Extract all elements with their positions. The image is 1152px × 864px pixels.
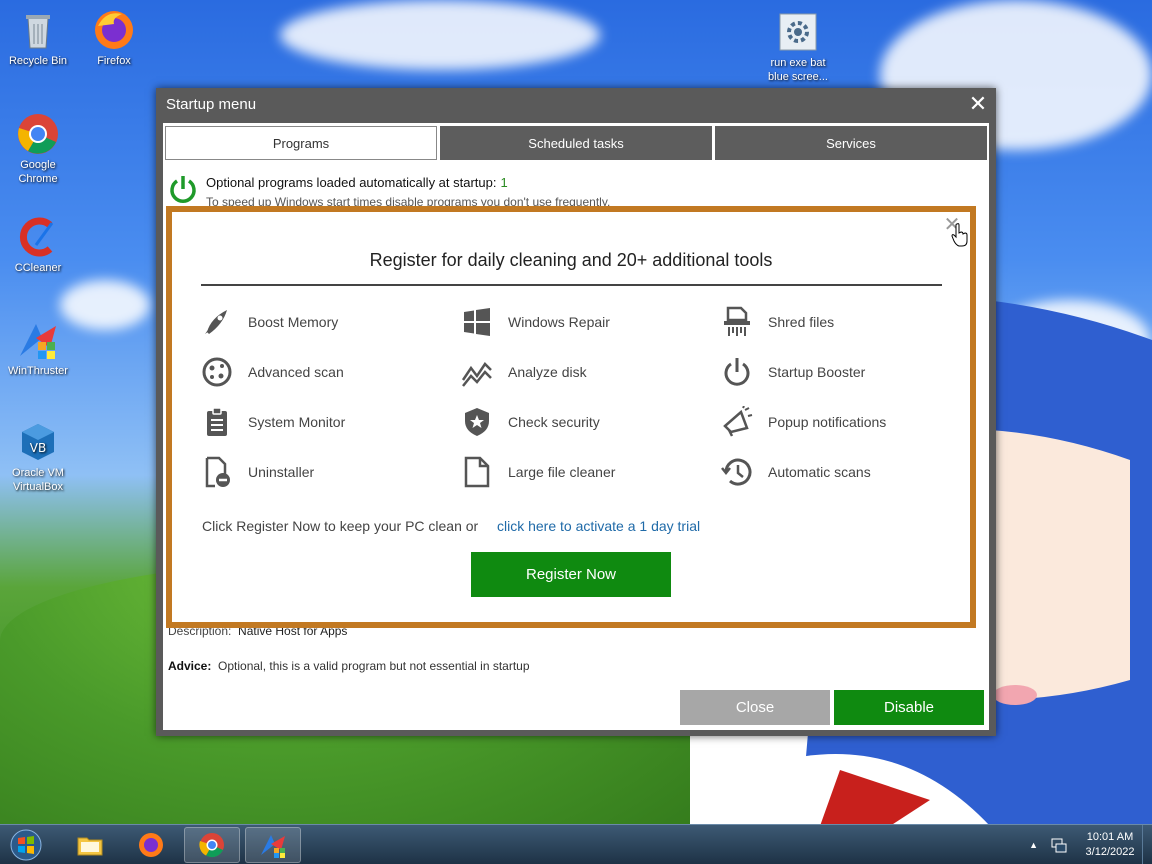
feature-startup-booster: Startup Booster (720, 355, 865, 389)
feature-label: Large file cleaner (508, 464, 616, 480)
window-title: Startup menu (166, 96, 257, 113)
chrome-icon (16, 112, 60, 156)
hand-cursor-icon (951, 223, 968, 247)
desktop-icon-label: CCleaner (14, 262, 62, 274)
feature-label: System Monitor (248, 414, 346, 430)
optional-programs-count: 1 (500, 175, 508, 190)
desktop-icon-label: run exe bat blue scree... (768, 57, 828, 83)
background-cloud (280, 0, 600, 70)
winthruster-icon (16, 318, 60, 362)
shredder-icon (720, 305, 754, 339)
show-desktop-button[interactable] (1142, 825, 1152, 864)
svg-text:VB: VB (30, 441, 46, 455)
feature-label: Windows Repair (508, 314, 610, 330)
desktop-icon-label: Oracle VM VirtualBox (12, 467, 64, 493)
desktop-icon-firefox[interactable]: Firefox (76, 8, 152, 68)
network-icon[interactable] (1050, 836, 1068, 854)
desktop-icon-label: Google Chrome (18, 159, 58, 185)
tab-bar: Programs Scheduled tasks Services (165, 126, 987, 160)
desktop-icon-virtualbox[interactable]: VB Oracle VM VirtualBox (0, 420, 76, 494)
promo-title: Register for daily cleaning and 20+ addi… (369, 250, 773, 270)
chart-line-icon (460, 355, 494, 389)
feature-label: Advanced scan (248, 364, 344, 380)
optional-programs-label: Optional programs loaded automatically a… (206, 175, 497, 190)
divider (201, 284, 942, 286)
register-promo-dialog: ✕ Register for daily cleaning and 20+ ad… (166, 206, 976, 628)
cta-text: Click Register Now to keep your PC clean… (202, 518, 479, 534)
shield-star-icon (460, 405, 494, 439)
taskbar: ▲ 10:01 AM 3/12/2022 (0, 824, 1152, 864)
desktop-icon-label: WinThruster (8, 365, 68, 377)
start-button[interactable] (4, 827, 48, 863)
desktop-icon-label: Recycle Bin (8, 55, 68, 67)
feature-system-monitor: System Monitor (200, 405, 345, 439)
trial-link[interactable]: click here to activate a 1 day trial (497, 518, 700, 534)
feature-popup-notifications: Popup notifications (720, 405, 886, 439)
advice-value: Optional, this is a valid program but no… (218, 659, 530, 673)
feature-advanced-scan: Advanced scan (200, 355, 344, 389)
register-now-button[interactable]: Register Now (471, 552, 671, 597)
close-icon[interactable]: ✕ (966, 92, 990, 116)
megaphone-icon (720, 405, 754, 439)
feature-check-security: Check security (460, 405, 600, 439)
history-icon (720, 455, 754, 489)
power-icon (720, 355, 754, 389)
desktop-icon-winthruster[interactable]: WinThruster (0, 318, 76, 378)
feature-label: Popup notifications (768, 414, 887, 430)
file-remove-icon (200, 455, 234, 489)
taskbar-explorer[interactable] (62, 827, 118, 863)
feature-automatic-scans: Automatic scans (720, 455, 871, 489)
advice-line: Advice: Optional, this is a valid progra… (168, 659, 530, 673)
taskbar-winthruster[interactable] (245, 827, 301, 863)
disable-button[interactable]: Disable (834, 690, 984, 725)
tab-scheduled-tasks[interactable]: Scheduled tasks (440, 126, 712, 160)
windows-logo-icon (10, 829, 42, 861)
feature-label: Check security (508, 414, 600, 430)
chrome-icon (199, 833, 224, 858)
feature-label: Uninstaller (248, 464, 315, 480)
clipboard-icon (200, 405, 234, 439)
folder-icon (77, 837, 103, 856)
feature-windows-repair: Windows Repair (460, 305, 610, 339)
feature-label: Boost Memory (248, 314, 339, 330)
settings-file-icon (776, 10, 820, 54)
power-icon (170, 176, 196, 203)
ccleaner-icon (16, 215, 60, 259)
optional-programs-summary: Optional programs loaded automatically a… (206, 175, 508, 190)
desktop-icon-recycle-bin[interactable]: Recycle Bin (0, 8, 76, 68)
clock-time: 10:01 AM (1086, 831, 1134, 843)
clock-date: 3/12/2022 (1085, 846, 1135, 858)
firefox-icon (92, 8, 136, 52)
tab-services[interactable]: Services (715, 126, 987, 160)
virtualbox-icon: VB (16, 420, 60, 464)
system-tray: ▲ 10:01 AM 3/12/2022 (1029, 825, 1142, 864)
tab-programs[interactable]: Programs (165, 126, 437, 160)
feature-label: Analyze disk (508, 364, 587, 380)
feature-label: Shred files (768, 314, 835, 330)
scan-icon (200, 355, 234, 389)
recycle-bin-icon (16, 8, 60, 52)
advice-label: Advice: (168, 659, 212, 673)
taskbar-firefox[interactable] (123, 827, 179, 863)
file-icon (460, 455, 494, 489)
winthruster-icon (261, 835, 285, 858)
feature-analyze-disk: Analyze disk (460, 355, 587, 389)
desktop-icon-google-chrome[interactable]: Google Chrome (0, 112, 76, 186)
feature-label: Startup Booster (768, 364, 866, 380)
feature-large-file-cleaner: Large file cleaner (460, 455, 615, 489)
desktop-icon-ccleaner[interactable]: CCleaner (0, 215, 76, 275)
firefox-icon (139, 833, 163, 857)
close-button[interactable]: Close (680, 690, 830, 725)
feature-boost-memory: Boost Memory (200, 305, 338, 339)
desktop-icon-label: Firefox (97, 55, 131, 67)
windows-icon (460, 305, 494, 339)
feature-uninstaller: Uninstaller (200, 455, 314, 489)
clock[interactable]: 10:01 AM 3/12/2022 (1078, 830, 1142, 860)
rocket-icon (200, 305, 234, 339)
feature-label: Automatic scans (768, 464, 871, 480)
desktop-icon-run-exe-bat[interactable]: run exe bat blue scree... (760, 10, 836, 84)
taskbar-chrome[interactable] (184, 827, 240, 863)
feature-shred-files: Shred files (720, 305, 834, 339)
tray-expand-icon[interactable]: ▲ (1029, 840, 1038, 850)
